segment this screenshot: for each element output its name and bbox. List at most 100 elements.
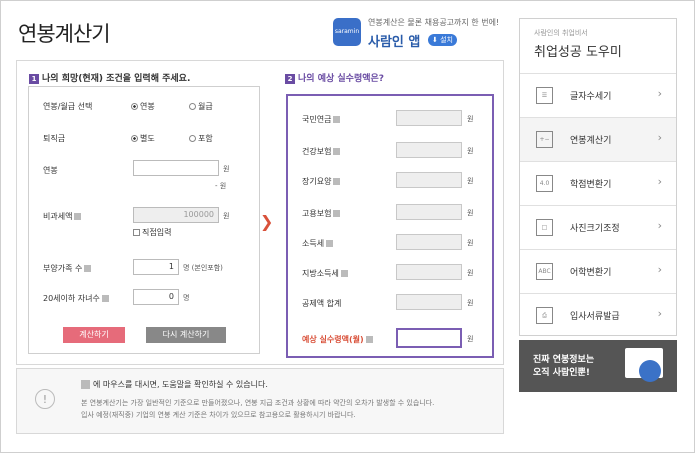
saramin-logo-icon: saramin <box>333 18 361 46</box>
children-label: 20세이하 자녀수 <box>43 293 109 304</box>
app-promo[interactable]: saramin 연봉계산은 물론 채용공고까지 한 번에! 사람인 앱 ⬇ 설치 <box>333 16 503 52</box>
help-icon[interactable] <box>333 178 341 185</box>
result-label: 공제액 합계 <box>302 299 342 308</box>
help-icon[interactable] <box>84 265 92 272</box>
dependents-input[interactable]: 1 <box>133 259 179 275</box>
radio-severance-separate[interactable]: 별도 <box>131 133 155 144</box>
sidebar-item-label: 사진크기조정 <box>570 224 620 234</box>
sidebar-subtitle: 사람인의 취업비서 <box>534 29 588 37</box>
sidebar-item-documents[interactable]: ⎙ 입사서류발급 › <box>520 293 676 337</box>
install-button[interactable]: ⬇ 설치 <box>428 34 457 46</box>
severance-label: 퇴직금 <box>43 134 66 143</box>
page-title: 연봉계산기 <box>18 22 111 46</box>
result-label: 고용보험 <box>302 208 341 219</box>
radio-severance-included[interactable]: 포함 <box>189 133 213 144</box>
result-value <box>396 294 462 310</box>
checkbox-box <box>133 229 140 236</box>
arrow-right-icon: ❯ <box>260 212 274 231</box>
sidebar-item-label: 글자수세기 <box>570 92 612 102</box>
salary-input[interactable] <box>133 160 219 176</box>
result-value <box>396 172 462 188</box>
sidebar-item-char-count[interactable]: ☰ 글자수세기 › <box>520 73 676 117</box>
dependents-unit: 명 (본인포함) <box>183 264 223 272</box>
result-value <box>396 264 462 280</box>
result-label: 장기요양 <box>302 176 341 187</box>
children-input[interactable]: 0 <box>133 289 179 305</box>
section-number-1: 1 <box>29 73 39 84</box>
radio-dot <box>189 103 196 110</box>
promo-text: 연봉계산은 물론 채용공고까지 한 번에! <box>368 18 500 27</box>
nontax-input[interactable]: 100000 <box>133 207 219 223</box>
result-unit: 원 <box>467 147 474 155</box>
section-number-2: 2 <box>285 73 295 84</box>
salary-unit: 원 <box>223 165 230 173</box>
sidebar-item-label: 연봉계산기 <box>570 136 612 146</box>
chevron-right-icon: › <box>657 175 662 188</box>
notice-line-2: 입사 예정(재직중) 기업의 연봉 계산 기준은 차이가 있으므로 참고용으로 … <box>81 411 356 419</box>
promo-banner[interactable]: 진짜 연봉정보는 오직 사람인뿐! <box>519 340 677 392</box>
chevron-right-icon: › <box>657 263 662 276</box>
sidebar-item-label: 입사서류발급 <box>570 312 620 322</box>
help-icon[interactable] <box>333 116 341 123</box>
result-label: 지방소득세 <box>302 268 348 279</box>
notice-line-1: 본 연봉계산기는 가장 일반적인 기준으로 만들어졌으나, 연봉 지급 조건과 … <box>81 399 435 407</box>
sidebar: 사람인의 취업비서 취업성공 도우미 ☰ 글자수세기 › +− 연봉계산기 › … <box>519 18 677 336</box>
radio-annual[interactable]: 연봉 <box>131 101 155 112</box>
result-panel: 국민연금 원 건강보험 원 장기요양 원 고용보험 원 소득세 원 지방소득세 … <box>286 94 494 358</box>
radio-dot <box>131 135 138 142</box>
result-label: 소득세 <box>302 238 334 249</box>
nontax-unit: 원 <box>223 212 230 220</box>
notice-head: 에 마우스를 대시면, 도움말을 확인하실 수 있습니다. <box>81 379 268 390</box>
sidebar-item-label: 어학변환기 <box>570 268 612 278</box>
result-unit: 원 <box>467 239 474 247</box>
grade-icon: 4.0 <box>536 175 553 192</box>
salary-type-label: 연봉/월급 선택 <box>43 102 93 111</box>
result-unit: 원 <box>467 115 474 123</box>
seal-icon <box>639 360 661 382</box>
sidebar-item-language-convert[interactable]: ABC 어학변환기 › <box>520 249 676 293</box>
net-pay-value <box>396 328 462 348</box>
help-icon <box>81 380 90 389</box>
input-section-title: 1 나의 희망(현재) 조건을 입력해 주세요. <box>29 71 190 84</box>
result-value <box>396 204 462 220</box>
result-value <box>396 110 462 126</box>
help-icon[interactable] <box>101 295 109 302</box>
crop-icon: □ <box>536 219 553 236</box>
chevron-right-icon: › <box>657 87 662 100</box>
chevron-right-icon: › <box>657 219 662 232</box>
nontax-direct-checkbox[interactable]: 직접입력 <box>133 227 171 238</box>
help-icon[interactable] <box>365 336 373 343</box>
sidebar-title: 취업성공 도우미 <box>534 45 622 60</box>
result-unit: 원 <box>467 209 474 217</box>
help-icon[interactable] <box>326 240 334 247</box>
help-icon[interactable] <box>333 210 341 217</box>
net-pay-label: 예상 실수령액(월) <box>302 334 373 345</box>
help-notice: ! 에 마우스를 대시면, 도움말을 확인하실 수 있습니다. 본 연봉계산기는… <box>16 368 504 434</box>
result-value <box>396 234 462 250</box>
salary-sub: - 원 <box>215 182 227 190</box>
install-label: 설치 <box>440 36 453 44</box>
exclamation-icon: ! <box>35 389 55 409</box>
sidebar-item-label: 학점변환기 <box>570 180 612 190</box>
sidebar-item-photo-resize[interactable]: □ 사진크기조정 › <box>520 205 676 249</box>
input-form: 연봉/월급 선택 연봉 월급 퇴직금 별도 포함 연봉 원 - 원 비과세액 1… <box>28 86 260 354</box>
dependents-label: 부양가족 수 <box>43 263 92 274</box>
calculate-button[interactable]: 계산하기 <box>63 327 125 343</box>
calculator-icon: +− <box>536 131 553 148</box>
sidebar-item-salary-calc[interactable]: +− 연봉계산기 › <box>520 117 676 161</box>
sidebar-item-grade-convert[interactable]: 4.0 학점변환기 › <box>520 161 676 205</box>
radio-dot <box>131 103 138 110</box>
printer-icon: ⎙ <box>536 307 553 324</box>
language-icon: ABC <box>536 263 553 280</box>
result-section-title: 2 나의 예상 실수령액은? <box>285 71 384 84</box>
help-icon[interactable] <box>74 213 82 220</box>
result-unit: 원 <box>467 299 474 307</box>
children-unit: 명 <box>183 294 190 302</box>
radio-monthly[interactable]: 월급 <box>189 101 213 112</box>
banner-line-1: 진짜 연봉정보는 <box>533 355 595 365</box>
help-icon[interactable] <box>340 270 348 277</box>
reset-button[interactable]: 다시 계산하기 <box>146 327 226 343</box>
promo-app-name: 사람인 앱 <box>368 35 421 50</box>
help-icon[interactable] <box>333 148 341 155</box>
result-label: 건강보험 <box>302 146 341 157</box>
